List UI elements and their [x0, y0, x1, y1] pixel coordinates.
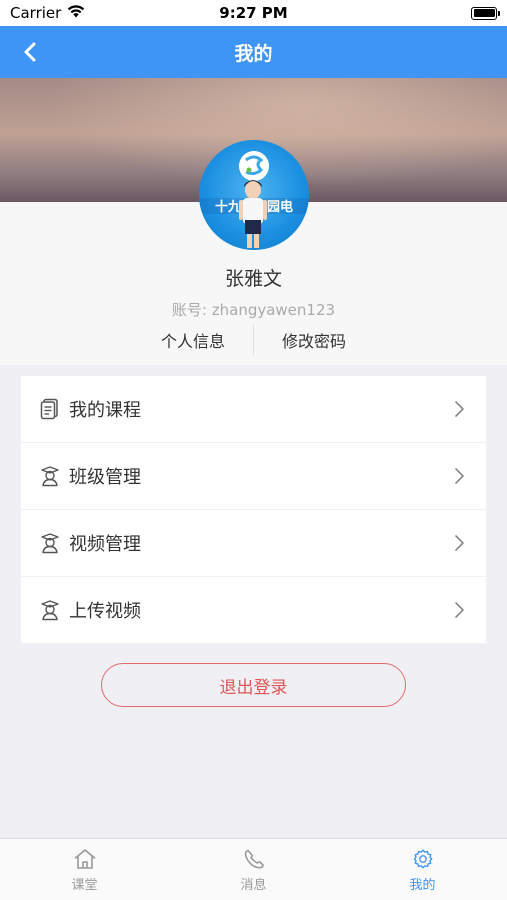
- tab-label: 我的: [409, 878, 436, 893]
- menu-item-video-management[interactable]: 视频管理: [21, 510, 486, 576]
- tab-label: 消息: [240, 878, 267, 893]
- menu-item-label: 我的课程: [69, 400, 141, 421]
- change-password-link[interactable]: 修改密码: [254, 328, 374, 352]
- menu-item-label: 上传视频: [69, 601, 141, 622]
- tab-classroom[interactable]: 课堂: [0, 839, 169, 900]
- personal-info-link[interactable]: 个人信息: [133, 328, 253, 352]
- logout-button[interactable]: 退出登录: [101, 663, 406, 707]
- phone-icon: [244, 849, 264, 869]
- nav-bar: 我的: [0, 26, 507, 78]
- menu-list: 我的课程 班级管理 视频管理 上传视频: [21, 376, 486, 644]
- menu-item-label: 班级管理: [69, 467, 141, 488]
- chevron-left-icon: [24, 42, 36, 62]
- chevron-right-icon: [455, 468, 464, 484]
- status-left: Carrier: [10, 4, 85, 22]
- menu-item-label: 视频管理: [69, 534, 141, 555]
- chevron-right-icon: [455, 401, 464, 417]
- user-name: 张雅文: [224, 268, 282, 290]
- document-icon: [39, 398, 61, 420]
- home-icon: [74, 849, 95, 869]
- chevron-right-icon: [455, 602, 464, 618]
- menu-item-my-courses[interactable]: 我的课程: [21, 376, 486, 442]
- tab-bar: 课堂 消息 我的: [0, 838, 507, 900]
- menu-item-upload-video[interactable]: 上传视频: [21, 577, 486, 643]
- tab-label: 课堂: [71, 878, 98, 893]
- chevron-right-icon: [455, 535, 464, 551]
- graduate-icon: [39, 465, 61, 487]
- battery-icon: [471, 6, 500, 20]
- graduate-icon: [39, 532, 61, 554]
- status-bar: Carrier 9:27 PM: [0, 0, 507, 26]
- graduate-icon: [39, 599, 61, 621]
- carrier-label: Carrier: [10, 4, 62, 22]
- wifi-icon: [67, 4, 85, 22]
- account-id: 账号: zhangyawen123: [171, 301, 336, 319]
- page-title: 我的: [234, 42, 273, 65]
- menu-item-class-management[interactable]: 班级管理: [21, 443, 486, 509]
- tab-messages[interactable]: 消息: [169, 839, 338, 900]
- tab-mine[interactable]: 我的: [338, 839, 507, 900]
- avatar[interactable]: 十九届校园电: [199, 140, 309, 250]
- back-button[interactable]: [14, 36, 46, 68]
- profile-links: 个人信息 修改密码: [0, 324, 507, 356]
- gear-icon: [413, 849, 432, 869]
